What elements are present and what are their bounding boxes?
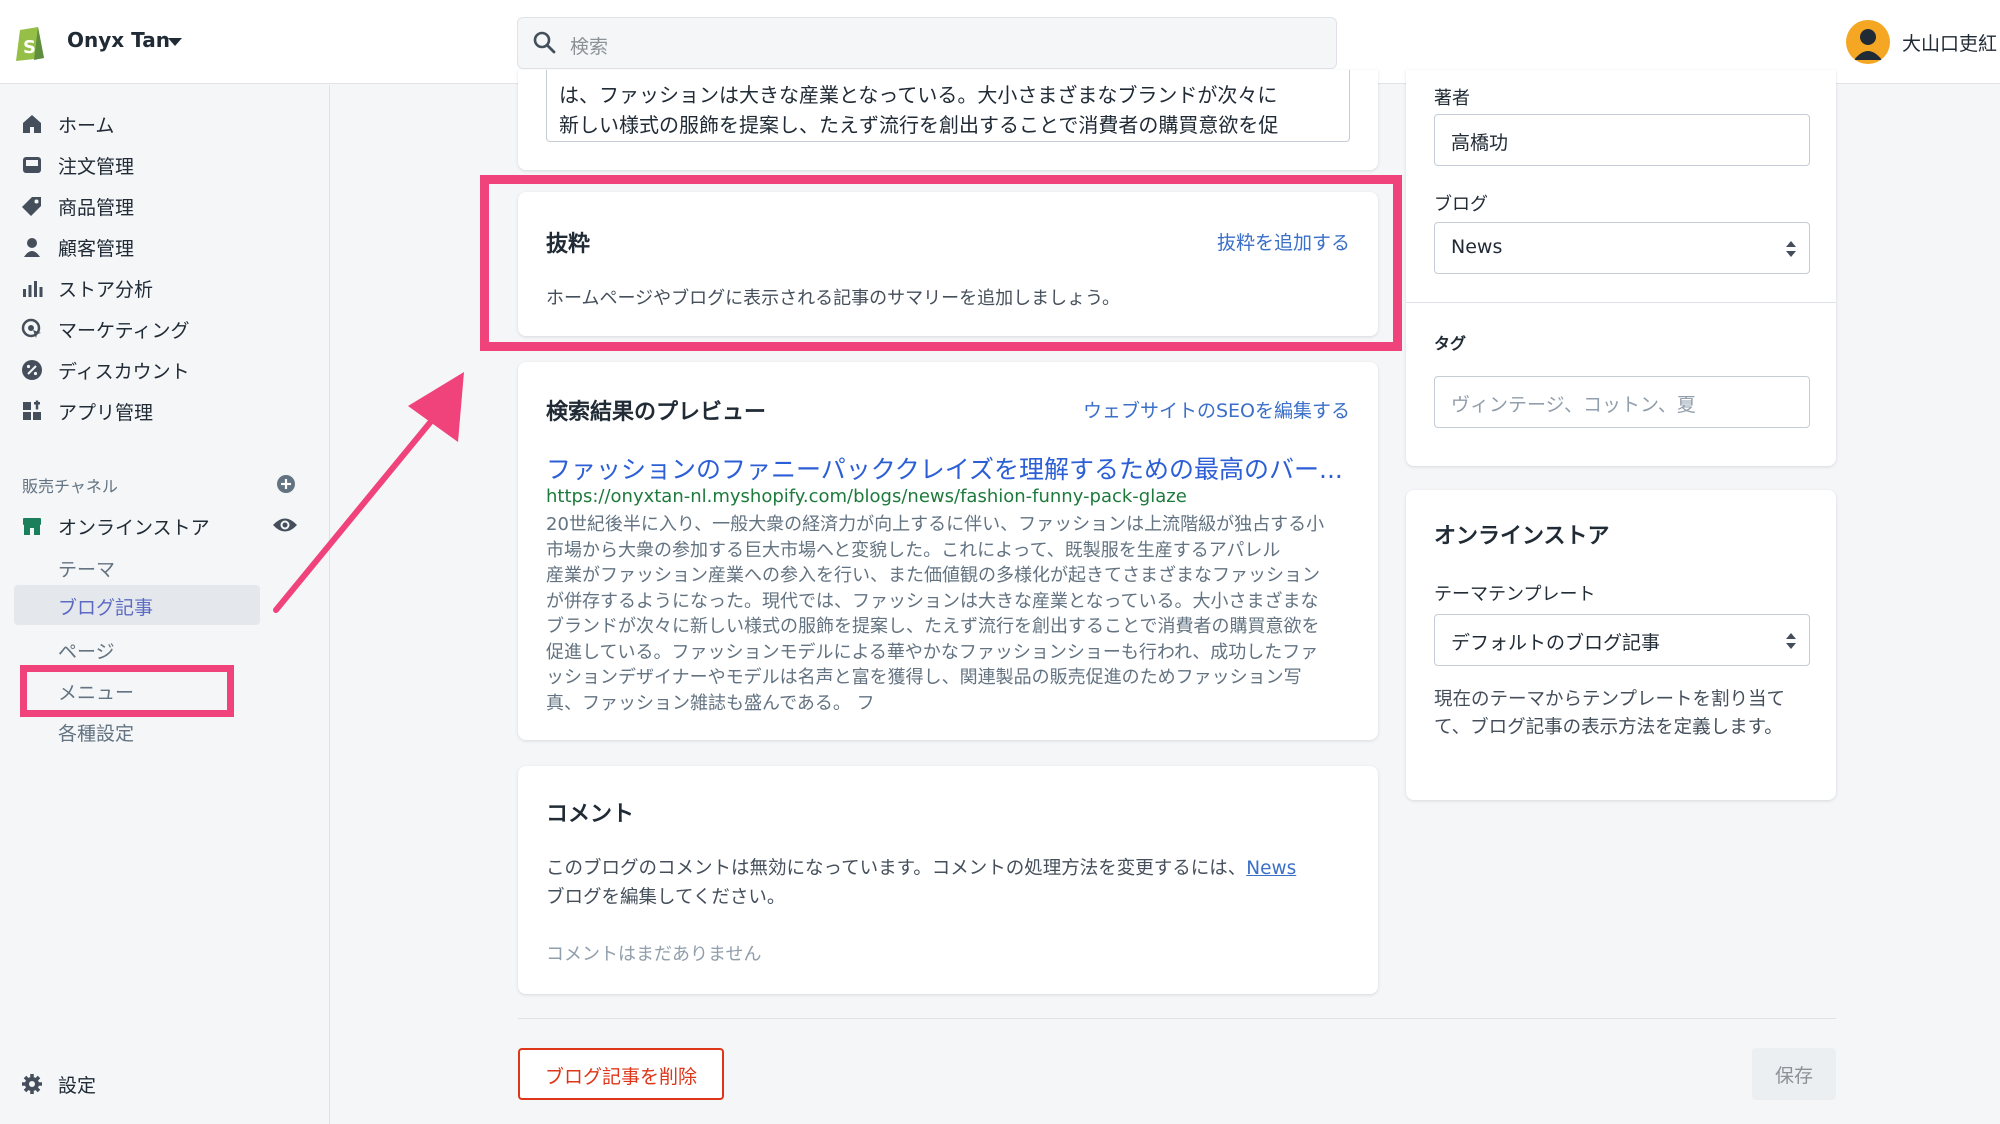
seo-description-line: ブランドが次々に新しい様式の服飾を提案し、たえず流行を創出することで消費者の購買… <box>546 616 1320 637</box>
footer-divider <box>518 1018 1836 1019</box>
sidebar-item-label: オンラインストア <box>58 517 210 539</box>
sidebar-item-home[interactable]: ホーム <box>0 103 330 143</box>
discount-icon <box>22 360 42 380</box>
sidebar-item-label: ホーム <box>58 115 115 137</box>
shopify-logo-icon[interactable]: S <box>12 22 48 62</box>
blog-select[interactable]: News <box>1434 222 1810 274</box>
seo-url: https://onyxtan-nl.myshopify.com/blogs/n… <box>546 486 1187 507</box>
theme-template-select[interactable]: デフォルトのブログ記事 <box>1434 614 1810 666</box>
sidebar-item-label: アプリ管理 <box>58 402 154 424</box>
sales-channels-title: 販売チャネル <box>22 477 118 496</box>
comments-empty-state: コメントはまだありません <box>546 944 762 965</box>
edit-seo-link[interactable]: ウェブサイトのSEOを編集する <box>1083 396 1350 423</box>
content-text-line: は、ファッションは大きな産業となっている。大小さまざまなブランドが次々に <box>559 83 1278 107</box>
sidebar-item-label: 注文管理 <box>58 156 135 178</box>
card-divider <box>1406 302 1836 303</box>
sidebar-item-settings[interactable]: 設定 <box>0 1063 330 1103</box>
seo-description-line: 市場から大衆の参加する巨大市場へと変貌した。これによって、既製服を生産するアパレ… <box>546 539 1281 561</box>
sidebar-highlight-box <box>20 665 234 717</box>
inbox-icon <box>23 157 41 173</box>
blog-label: ブログ <box>1434 194 1488 215</box>
sidebar-item-orders[interactable]: 注文管理 <box>0 144 330 184</box>
sidebar-subitem-blog-posts[interactable]: ブログ記事 <box>14 585 260 625</box>
sidebar-subitem-preferences[interactable]: 各種設定 <box>58 719 134 746</box>
seo-preview-card: 検索結果のプレビュー ウェブサイトのSEOを編集する ファッションのファニーパッ… <box>518 362 1378 740</box>
store-name[interactable]: Onyx Tan <box>67 28 170 52</box>
sidebar-item-marketing[interactable]: マーケティング <box>0 308 330 348</box>
user-avatar[interactable] <box>1846 20 1890 64</box>
tags-placeholder: ヴィンテージ、コットン、夏 <box>1451 394 1696 416</box>
sidebar-item-label: 設定 <box>58 1075 97 1097</box>
pointer-arrow <box>273 372 464 613</box>
search-bar[interactable]: 検索 <box>517 17 1337 69</box>
seo-description-line: 20世紀後半に入り、一般大衆の経済力が向上するに伴い、ファッションは上流階級が独… <box>546 514 1325 535</box>
save-button-label: 保存 <box>1774 1065 1813 1087</box>
comments-description: このブログのコメントは無効になっています。コメントの処理方法を変更するには、Ne… <box>546 854 1350 912</box>
sidebar-subitem-label: ブログ記事 <box>58 597 154 619</box>
seo-description-line: 促進している。ファッションモデルによる華やかなファッションショーも行われ、成功し… <box>546 641 1319 663</box>
blog-value: News <box>1451 236 1503 258</box>
search-input[interactable]: 検索 <box>570 32 608 59</box>
seo-description: 20世紀後半に入り、一般大衆の経済力が向上するに伴い、ファッションは上流階級が独… <box>546 512 1350 716</box>
seo-description-line: 真、ファッション雑誌も盛んである。 フ <box>546 692 875 714</box>
apps-icon <box>23 400 41 420</box>
sidebar-item-label: 顧客管理 <box>58 238 135 260</box>
delete-button-label: ブログ記事を削除 <box>544 1066 697 1088</box>
author-input[interactable]: 高橋功 <box>1434 114 1810 166</box>
organization-card: 著者 高橋功 ブログ News タグ ヴィンテージ、コットン、夏 <box>1406 70 1836 466</box>
sidebar-item-label: マーケティング <box>58 320 190 342</box>
online-store-card: オンラインストア テーマテンプレート デフォルトのブログ記事 現在のテーマからテ… <box>1406 490 1836 800</box>
theme-template-label: テーマテンプレート <box>1434 584 1596 605</box>
delete-blog-post-button[interactable]: ブログ記事を削除 <box>518 1048 724 1100</box>
sidebar-item-analytics[interactable]: ストア分析 <box>0 267 330 307</box>
user-name[interactable]: 大山口吏紅 <box>1902 29 1997 56</box>
news-blog-link[interactable]: News <box>1246 858 1296 879</box>
svg-text:S: S <box>23 37 36 58</box>
theme-template-description: 現在のテーマからテンプレートを割り当てて、ブログ記事の表示方法を定義します。 <box>1434 689 1785 738</box>
excerpt-highlight-box <box>480 175 1402 351</box>
sidebar-item-customers[interactable]: 顧客管理 <box>0 226 330 266</box>
comments-text: このブログのコメントは無効になっています。コメントの処理方法を変更するには、 <box>546 858 1247 879</box>
sidebar-item-products[interactable]: 商品管理 <box>0 185 330 225</box>
tags-input[interactable]: ヴィンテージ、コットン、夏 <box>1434 376 1810 428</box>
home-icon <box>23 115 41 133</box>
sidebar-item-label: ストア分析 <box>58 279 154 301</box>
sidebar-item-label: 商品管理 <box>58 197 135 219</box>
online-store-title: オンラインストア <box>1434 524 1610 549</box>
target-icon <box>21 318 41 338</box>
gear-icon <box>22 1074 42 1094</box>
sidebar-item-label: ディスカウント <box>58 361 190 383</box>
person-icon <box>24 238 40 257</box>
user-icon <box>1854 29 1882 60</box>
store-icon <box>23 518 41 535</box>
theme-template-value: デフォルトのブログ記事 <box>1451 632 1661 654</box>
sidebar-subitem-themes[interactable]: テーマ <box>58 555 115 582</box>
save-button[interactable]: 保存 <box>1752 1048 1836 1100</box>
select-arrows-icon <box>1786 633 1796 649</box>
author-value: 高橋功 <box>1451 132 1509 154</box>
content-text-line: 新しい様式の服飾を提案し、たえず流行を創出することで消費者の購買意欲を促 <box>559 113 1279 137</box>
store-chevron-down-icon[interactable] <box>168 38 182 46</box>
seo-description-line: が併存するようになった。現代では、ファッションは大きな産業となっている。大小さま… <box>546 590 1319 612</box>
seo-description-line: ッションデザイナーやモデルは名声と富を獲得し、関連製品の販売促進のためファッショ… <box>546 667 1302 688</box>
select-arrows-icon <box>1786 241 1796 257</box>
comments-title: コメント <box>546 802 635 827</box>
tag-icon <box>22 197 41 216</box>
seo-page-title: ファッションのファニーパッククレイズを理解するための最高のバー... <box>546 455 1343 484</box>
content-card: は、ファッションは大きな産業となっている。大小さまざまなブランドが次々に 新しい… <box>518 70 1378 170</box>
bar-chart-icon <box>23 281 43 297</box>
author-label: 著者 <box>1434 88 1470 109</box>
search-icon <box>533 31 556 54</box>
comments-text: ブログを編集してください。 <box>546 887 786 908</box>
sidebar-subitem-pages[interactable]: ページ <box>58 637 115 664</box>
seo-description-line: 産業がファッション産業への参入を行い、また価値観の多様化が起きてさまざまなファッ… <box>546 565 1320 586</box>
comments-card: コメント このブログのコメントは無効になっています。コメントの処理方法を変更する… <box>518 766 1378 994</box>
seo-preview-title: 検索結果のプレビュー <box>546 400 767 425</box>
content-editor[interactable]: は、ファッションは大きな産業となっている。大小さまざまなブランドが次々に 新しい… <box>546 70 1350 142</box>
tags-label: タグ <box>1434 334 1467 353</box>
